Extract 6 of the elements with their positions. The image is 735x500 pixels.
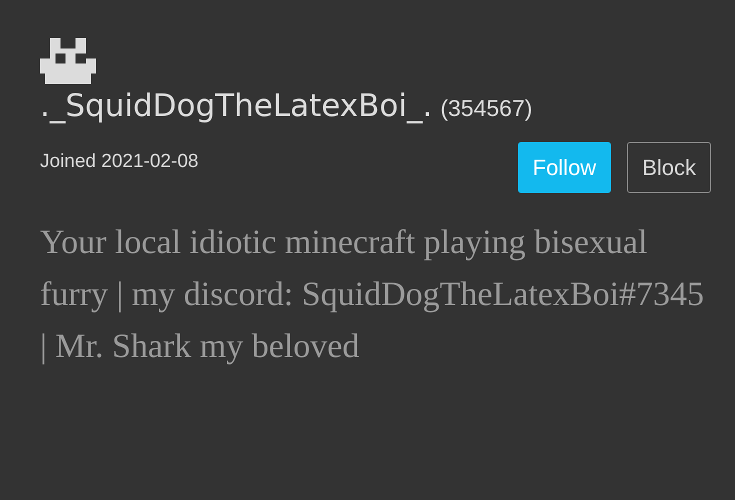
points-count: (354567)	[440, 94, 532, 123]
avatar-icon	[40, 38, 96, 84]
block-button[interactable]: Block	[627, 142, 711, 192]
username: ._SquidDogTheLatexBoi_.	[40, 88, 432, 126]
join-date: Joined 2021-02-08	[40, 150, 198, 174]
bio-text: Your local idiotic minecraft playing bisexual furry | my discord: SquidDogTheLatexBoi#7345 | Mr. Shark my beloved	[40, 222, 706, 366]
